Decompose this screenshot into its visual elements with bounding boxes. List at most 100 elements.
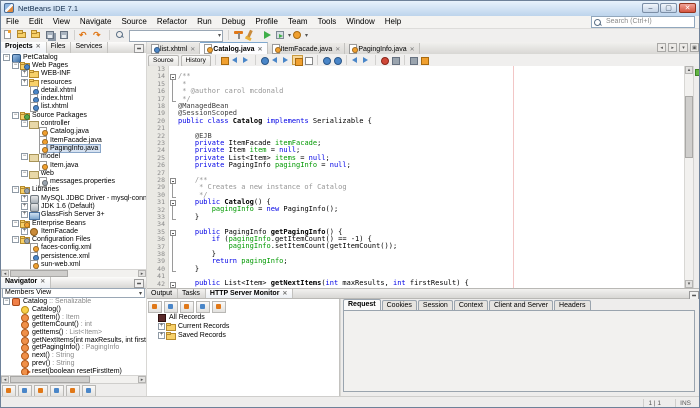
project-tree-item[interactable]: index.html — [1, 94, 146, 102]
minimize-button[interactable]: – — [642, 3, 659, 13]
open-project-icon[interactable] — [29, 29, 43, 41]
fold-toggle-icon[interactable] — [170, 200, 176, 206]
next-bookmark-icon[interactable] — [332, 55, 343, 65]
scrollbar-thumb[interactable] — [685, 96, 693, 158]
save-icon[interactable] — [57, 29, 71, 41]
fold-toggle-icon[interactable] — [170, 282, 176, 288]
expand-toggle-icon[interactable]: − — [12, 62, 19, 69]
project-tree-item[interactable]: ItemFacade.java — [1, 136, 146, 144]
project-tree-item[interactable]: −Enterprise Beans — [1, 219, 146, 227]
subtab-session[interactable]: Session — [418, 300, 453, 310]
stop-macro-recording-icon[interactable] — [390, 55, 401, 65]
expand-toggle-icon[interactable]: − — [3, 298, 10, 305]
close-icon[interactable]: ✕ — [258, 47, 263, 53]
project-tree-item[interactable]: Item.java — [1, 161, 146, 169]
scrollbar-thumb[interactable] — [10, 376, 90, 383]
back-icon[interactable] — [230, 55, 241, 65]
clean-build-project-icon[interactable] — [246, 29, 260, 41]
tab-http-server-monitor[interactable]: HTTP Server Monitor✕ — [206, 289, 294, 298]
refresh-icon[interactable] — [148, 301, 162, 313]
scroll-right-icon[interactable]: ▸ — [138, 376, 146, 383]
close-icon[interactable]: ✕ — [36, 44, 41, 50]
code-fold-column[interactable] — [169, 66, 178, 288]
fold-toggle-icon[interactable] — [170, 178, 176, 184]
close-icon[interactable]: ✕ — [40, 279, 45, 285]
new-project-icon[interactable] — [15, 29, 29, 41]
find-icon[interactable] — [164, 301, 178, 313]
debug-project-icon[interactable] — [274, 29, 288, 41]
project-tree-item[interactable]: faces-config.xml — [1, 244, 146, 252]
forward-icon[interactable] — [241, 55, 252, 65]
find-next-icon[interactable] — [281, 55, 292, 65]
tab-services[interactable]: Services — [71, 42, 108, 53]
project-tree-item[interactable]: sun-web.xml — [1, 260, 146, 268]
profile-project-icon[interactable] — [291, 29, 305, 41]
undo-icon[interactable]: ↶ — [78, 29, 92, 41]
expand-toggle-icon[interactable]: + — [21, 195, 28, 202]
previous-bookmark-icon[interactable] — [321, 55, 332, 65]
expand-toggle-icon[interactable]: + — [21, 203, 28, 210]
expand-toggle-icon[interactable]: − — [21, 153, 28, 160]
project-tree-item[interactable]: PagingInfo.java — [1, 144, 146, 152]
expand-toggle-icon[interactable]: − — [3, 54, 10, 61]
comment-icon[interactable] — [408, 55, 419, 65]
redo-icon[interactable]: ↷ — [92, 29, 106, 41]
menu-team[interactable]: Team — [283, 16, 313, 28]
expand-toggle-icon[interactable]: − — [12, 112, 19, 119]
maximize-editor-icon[interactable]: ▣ — [690, 43, 699, 52]
tab-projects[interactable]: Projects✕ — [1, 42, 47, 53]
tab-scroll-left-icon[interactable]: ◂ — [657, 43, 666, 52]
navigator-view-select[interactable]: Members View — [2, 288, 145, 298]
tab-navigator[interactable]: Navigator✕ — [1, 277, 51, 288]
close-button[interactable]: ✕ — [679, 3, 696, 13]
project-tree-item[interactable]: −Configuration Files — [1, 236, 146, 244]
close-icon[interactable]: ✕ — [410, 47, 415, 53]
find-icon[interactable] — [113, 29, 127, 41]
subtab-headers[interactable]: Headers — [554, 300, 590, 310]
record-tree-item[interactable]: +Saved Records — [147, 331, 339, 340]
project-tree-item[interactable]: +WEB-INF — [1, 70, 146, 78]
record-icon[interactable] — [212, 301, 226, 313]
debug-records-icon[interactable] — [196, 301, 210, 313]
project-tree-item[interactable]: +MySQL JDBC Driver - mysql-connector-jav… — [1, 194, 146, 202]
expand-toggle-icon[interactable]: + — [21, 70, 28, 77]
maximize-button[interactable]: ▢ — [660, 3, 677, 13]
project-tree-item[interactable]: −Source Packages — [1, 111, 146, 119]
project-tree-item[interactable]: −web — [1, 169, 146, 177]
menu-help[interactable]: Help — [380, 16, 406, 28]
expand-toggle-icon[interactable]: + — [21, 228, 28, 235]
close-icon[interactable]: ✕ — [335, 47, 340, 53]
project-tree-item[interactable]: persistence.xml — [1, 252, 146, 260]
incremental-search-icon[interactable] — [303, 55, 314, 65]
code-text[interactable]: /** * * @author carol mcdonald */@Manage… — [178, 66, 684, 288]
menu-edit[interactable]: Edit — [24, 16, 48, 28]
find-selection-icon[interactable] — [259, 55, 270, 65]
expand-toggle-icon[interactable]: + — [21, 211, 28, 218]
menu-tools[interactable]: Tools — [313, 16, 342, 28]
sort-icon[interactable] — [180, 301, 194, 313]
member-item[interactable]: reset(boolean resetFirstItem) — [1, 367, 146, 375]
menu-source[interactable]: Source — [116, 16, 151, 28]
expand-toggle-icon[interactable]: − — [12, 236, 19, 243]
search-input[interactable]: Search (Ctrl+I) — [591, 16, 695, 28]
project-tree-item[interactable]: −controller — [1, 119, 146, 127]
subtab-cookies[interactable]: Cookies — [382, 300, 417, 310]
editor-tab-catalog-java[interactable]: Catalog.java✕ — [200, 42, 267, 54]
project-tree-item[interactable]: Catalog.java — [1, 128, 146, 136]
menu-navigate[interactable]: Navigate — [75, 16, 117, 28]
scroll-up-icon[interactable]: ▴ — [685, 66, 693, 74]
project-tree-item[interactable]: +JDK 1.6 (Default) — [1, 202, 146, 210]
minimize-panel-icon[interactable]: ▂ — [134, 279, 144, 288]
save-all-icon[interactable] — [43, 29, 57, 41]
expand-toggle-icon[interactable]: + — [158, 332, 165, 339]
scrollbar-thumb[interactable] — [10, 270, 68, 277]
fold-toggle-icon[interactable] — [170, 74, 176, 80]
record-tree-item[interactable]: +Current Records — [147, 322, 339, 331]
project-tree-item[interactable]: +resources — [1, 78, 146, 86]
subtab-request[interactable]: Request — [343, 299, 381, 310]
close-icon[interactable]: ✕ — [190, 47, 195, 53]
build-project-icon[interactable] — [232, 29, 246, 41]
expand-toggle-icon[interactable]: − — [21, 170, 28, 177]
menu-refactor[interactable]: Refactor — [152, 16, 192, 28]
expand-toggle-icon[interactable]: − — [12, 186, 19, 193]
